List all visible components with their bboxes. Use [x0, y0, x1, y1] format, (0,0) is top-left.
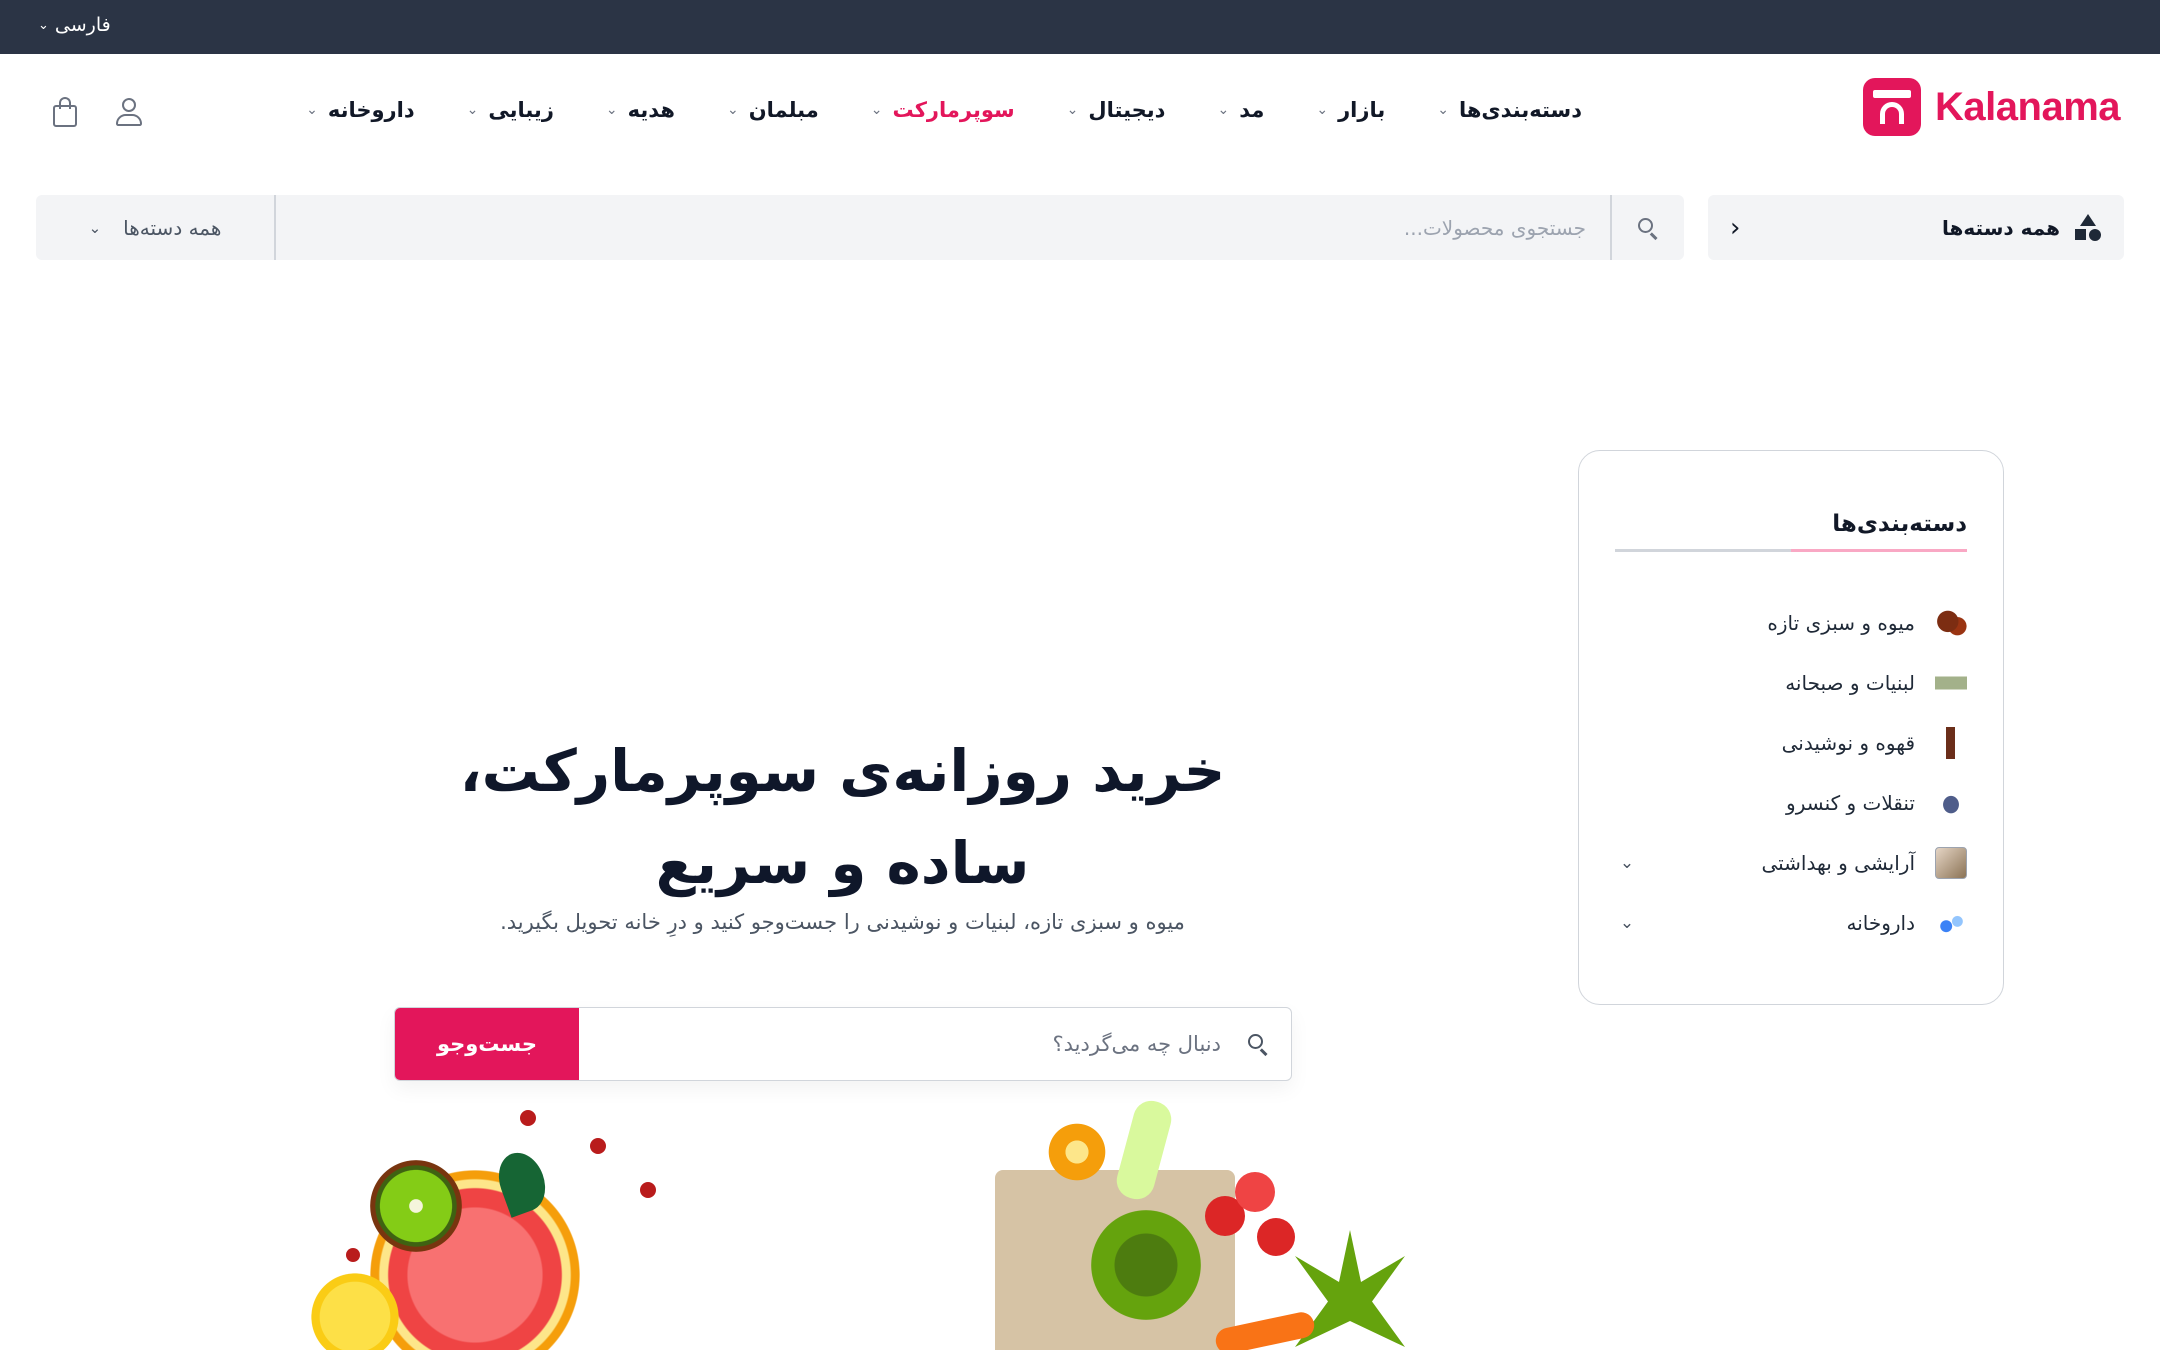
search-icon [1248, 1034, 1268, 1056]
category-select-label: همه دسته‌ها [123, 215, 222, 240]
category-select[interactable]: همه دسته‌ها ⌄ [36, 195, 276, 260]
sidebar-item-label: آرایشی و بهداشتی [1761, 851, 1915, 875]
shopping-bag-icon[interactable] [50, 96, 80, 128]
nav-item-categories[interactable]: دسته‌بندی‌ها ⌄ [1411, 98, 1608, 122]
language-label: فارسی [54, 14, 111, 36]
coffee-thumbnail-icon [1935, 727, 1967, 759]
hero-subtitle: میوه و سبزی تازه، لبنیات و نوشیدنی را جس… [500, 910, 1185, 934]
sidebar-item-snacks[interactable]: تنقلات و کنسرو [1615, 773, 1967, 833]
fruit-thumbnail-icon [1935, 607, 1967, 639]
nav-label: دسته‌بندی‌ها [1458, 98, 1582, 122]
fruit-illustration [190, 1090, 670, 1350]
chevron-down-icon: ⌄ [1217, 102, 1230, 118]
site-header: Kalanama دسته‌بندی‌ها ⌄ بازار ⌄ مد ⌄ دیجیتا… [0, 54, 2160, 174]
sidebar-item-pharmacy[interactable]: داروخانه ⌄ [1615, 893, 1967, 953]
chevron-down-icon[interactable]: ⌄ [1615, 913, 1639, 933]
header-actions [50, 96, 144, 128]
chevron-down-icon: ⌄ [38, 17, 49, 33]
sidebar-item-label: تنقلات و کنسرو [1786, 791, 1915, 815]
sidebar-item-beauty[interactable]: آرایشی و بهداشتی ⌄ [1615, 833, 1967, 893]
chevron-down-icon: ⌄ [726, 102, 739, 118]
nav-item-digital[interactable]: دیجیتال ⌄ [1041, 98, 1192, 122]
chevron-down-icon: ⌄ [1066, 102, 1079, 118]
all-categories-label: همه دسته‌ها [1942, 215, 2060, 240]
nav-label: مبلمان [748, 98, 819, 122]
sidebar-item-label: میوه و سبزی تازه [1767, 611, 1915, 635]
product-search-input[interactable] [276, 195, 1610, 260]
brand-logo[interactable]: Kalanama [1863, 78, 2120, 136]
hero-search-bar: جست‌وجو [394, 1007, 1292, 1081]
nav-label: سوپرمارکت [892, 98, 1015, 122]
chevron-down-icon[interactable]: ⌄ [1615, 853, 1639, 873]
sidebar-title: دسته‌بندی‌ها [1832, 511, 1967, 537]
sidebar-item-coffee[interactable]: قهوه و نوشیدنی [1615, 713, 1967, 773]
sidebar-item-fruits[interactable]: میوه و سبزی تازه [1615, 593, 1967, 653]
pharmacy-thumbnail-icon [1935, 907, 1967, 939]
nav-label: دیجیتال [1088, 98, 1166, 122]
chevron-down-icon: ⌄ [466, 102, 479, 118]
user-icon[interactable] [114, 96, 144, 128]
beauty-thumbnail-icon [1935, 847, 1967, 879]
search-icon [1638, 217, 1658, 240]
store-logo-icon [1863, 78, 1922, 136]
shapes-icon [2074, 213, 2102, 242]
dairy-thumbnail-icon [1935, 667, 1967, 699]
category-sidebar: دسته‌بندی‌ها میوه و سبزی تازه لبنیات و ص… [1578, 450, 2004, 1005]
sidebar-item-label: داروخانه [1846, 911, 1915, 935]
chevron-down-icon: ⌄ [1437, 102, 1449, 118]
top-bar: فارسی ⌄ [0, 0, 2160, 54]
nav-label: مد [1239, 98, 1265, 122]
hero-title: خرید روزانه‌ی سوپرمارکت، ساده و سریع [459, 737, 1226, 897]
sidebar-item-label: قهوه و نوشیدنی [1781, 731, 1915, 755]
chevron-down-icon: ⌄ [1316, 102, 1329, 118]
brand-name: Kalanama [1935, 84, 2120, 129]
nav-item-beauty[interactable]: زیبایی ⌄ [441, 98, 580, 122]
product-search-bar: همه دسته‌ها ⌄ [36, 195, 1684, 260]
hero-search-button[interactable]: جست‌وجو [395, 1008, 579, 1080]
sidebar-item-label: لبنیات و صبحانه [1785, 671, 1915, 695]
chevron-down-icon: ⌄ [605, 102, 618, 118]
chevron-down-icon: ⌄ [870, 102, 883, 118]
sidebar-divider [1615, 549, 1967, 552]
nav-label: زیبایی [488, 98, 554, 122]
nav-item-gift[interactable]: هدیه ⌄ [580, 98, 701, 122]
chevron-down-icon: ⌄ [88, 218, 102, 237]
nav-label: داروخانه [327, 98, 415, 122]
chevron-down-icon: ⌄ [306, 102, 318, 118]
nav-item-bazaar[interactable]: بازار ⌄ [1290, 98, 1411, 122]
all-categories-button[interactable]: همه دسته‌ها ‹ [1708, 195, 2124, 260]
nav-item-furniture[interactable]: مبلمان ⌄ [701, 98, 845, 122]
sidebar-list: میوه و سبزی تازه لبنیات و صبحانه قهوه و … [1615, 593, 1967, 953]
nav-label: بازار [1338, 98, 1386, 122]
hero-search-icon-box [1225, 1008, 1291, 1080]
search-button[interactable] [1610, 195, 1684, 260]
main-navigation: دسته‌بندی‌ها ⌄ بازار ⌄ مد ⌄ دیجیتال ⌄ سوپرما… [280, 98, 1608, 122]
sidebar-item-dairy[interactable]: لبنیات و صبحانه [1615, 653, 1967, 713]
hero-search-input[interactable] [579, 1008, 1225, 1080]
nav-label: هدیه [627, 98, 675, 122]
nav-item-fashion[interactable]: مد ⌄ [1191, 98, 1290, 122]
snack-thumbnail-icon [1935, 787, 1967, 819]
nav-item-pharmacy[interactable]: داروخانه ⌄ [280, 98, 441, 122]
language-selector[interactable]: فارسی ⌄ [38, 14, 111, 36]
grocery-bag-illustration [995, 1090, 1515, 1350]
chevron-left-icon: ‹ [1730, 212, 1741, 243]
nav-item-supermarket[interactable]: سوپرمارکت ⌄ [845, 98, 1041, 122]
